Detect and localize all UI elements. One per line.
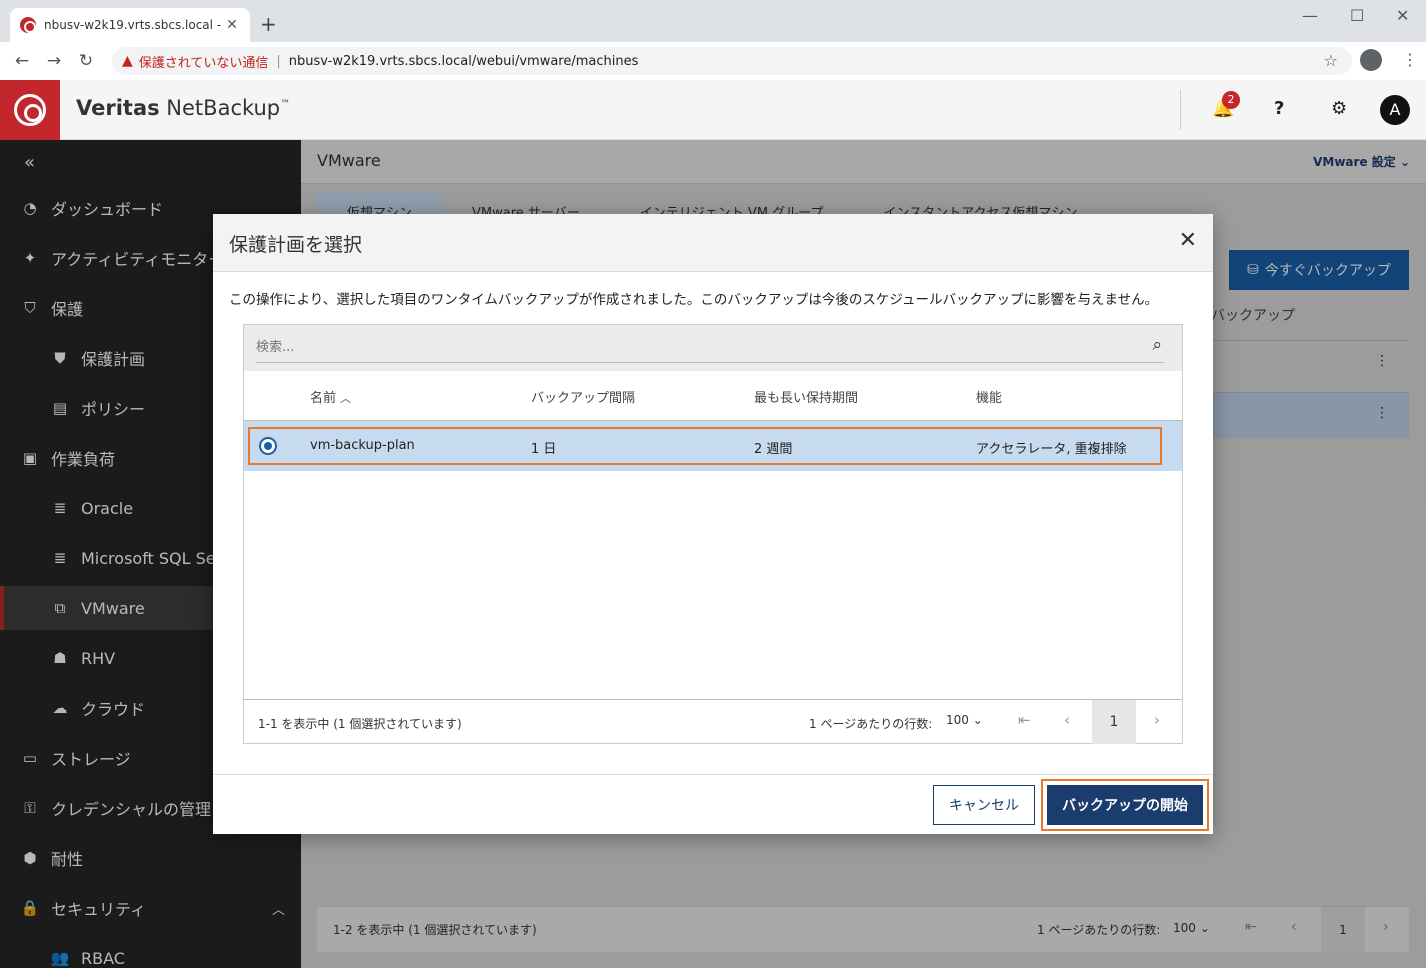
browser-chrome: nbusv-w2k19.vrts.sbcs.local - Net ✕ + — … — [0, 0, 1426, 80]
favicon-icon — [20, 17, 36, 33]
insecure-label: 保護されていない通信 — [138, 55, 269, 71]
cell-retention: 2 週間 — [754, 442, 793, 457]
new-tab-button[interactable]: + — [260, 12, 277, 36]
avatar[interactable]: A — [1380, 95, 1410, 125]
column-header-name[interactable]: 名前 ︿ — [310, 387, 351, 406]
help-icon[interactable]: ? — [1274, 98, 1284, 119]
bookmark-star-icon[interactable]: ☆ — [1324, 51, 1338, 70]
maximize-icon[interactable]: ☐ — [1350, 6, 1364, 25]
rows-per-page-select[interactable]: 100 ⌄ — [946, 713, 983, 727]
reload-icon[interactable]: ↻ — [70, 51, 102, 71]
column-header-features[interactable]: 機能 — [976, 387, 1002, 406]
back-icon[interactable]: ← — [6, 51, 38, 71]
dialog-footer: キャンセル バックアップの開始 — [213, 774, 1213, 834]
veritas-logo-icon[interactable] — [0, 80, 60, 140]
omnibox[interactable]: ▲ 保護されていない通信 | nbusv-w2k19.vrts.sbcs.loc… — [112, 47, 1352, 75]
start-backup-button[interactable]: バックアップの開始 — [1047, 785, 1203, 825]
tab-title: nbusv-w2k19.vrts.sbcs.local - Net — [44, 18, 224, 32]
next-page-icon[interactable]: › — [1154, 711, 1160, 729]
tab-bar: nbusv-w2k19.vrts.sbcs.local - Net ✕ + — … — [0, 0, 1426, 42]
forward-icon[interactable]: → — [38, 51, 70, 71]
browser-menu-icon[interactable]: ⋮ — [1402, 50, 1418, 69]
url-text: nbusv-w2k19.vrts.sbcs.local/webui/vmware… — [288, 53, 639, 69]
omnibox-separator: | — [276, 53, 281, 69]
close-icon[interactable]: ✕ — [1179, 228, 1197, 253]
warning-icon: ▲ — [122, 53, 133, 69]
page-number[interactable]: 1 — [1092, 700, 1136, 744]
search-input[interactable] — [256, 333, 1164, 363]
dialog-title: 保護計画を選択 — [229, 234, 363, 256]
selection-count: 1-1 を表示中 (1 個選択されています) — [258, 717, 462, 731]
cancel-button[interactable]: キャンセル — [933, 785, 1035, 825]
table-header: 名前 ︿ バックアップ間隔 最も長い保持期間 機能 — [244, 371, 1182, 421]
dialog-description: この操作により、選択した項目のワンタイムバックアップが作成されました。このバック… — [229, 292, 1159, 308]
start-button-highlight: バックアップの開始 — [1041, 779, 1209, 831]
header-divider — [1180, 90, 1181, 130]
column-header-retention[interactable]: 最も長い保持期間 — [754, 387, 858, 406]
tab-close-icon[interactable]: ✕ — [224, 17, 240, 33]
app-header: Veritas NetBackup™ 🔔 ? ⚙ — [0, 80, 1426, 140]
cell-name: vm-backup-plan — [310, 438, 415, 453]
cell-interval: 1 日 — [531, 442, 557, 457]
notification-badge: 2 — [1222, 91, 1240, 109]
dialog-table-footer: 1-1 を表示中 (1 個選択されています) 1 ページあたりの行数: 100 … — [244, 699, 1182, 744]
row-radio[interactable] — [259, 437, 277, 455]
dialog-header: 保護計画を選択 ✕ — [213, 214, 1213, 272]
minimize-icon[interactable]: — — [1302, 6, 1318, 25]
address-bar-row: ← → ↻ ▲ 保護されていない通信 | nbusv-w2k19.vrts.sb… — [0, 42, 1426, 80]
select-protection-plan-dialog: 保護計画を選択 ✕ この操作により、選択した項目のワンタイムバックアップが作成さ… — [213, 214, 1213, 834]
first-page-icon[interactable]: ⇤ — [1018, 711, 1031, 729]
rows-per-page-label: 1 ページあたりの行数: — [809, 717, 933, 731]
brand-title: Veritas NetBackup™ — [76, 96, 291, 120]
browser-tab[interactable]: nbusv-w2k19.vrts.sbcs.local - Net ✕ — [10, 8, 250, 42]
window-close-icon[interactable]: ✕ — [1396, 6, 1409, 25]
prev-page-icon[interactable]: ‹ — [1064, 711, 1070, 729]
search-icon[interactable]: ⌕ — [1152, 335, 1162, 355]
cell-features: アクセラレータ, 重複排除 — [976, 442, 1127, 457]
plans-table: ⌕ 名前 ︿ バックアップ間隔 最も長い保持期間 機能 vm-backup-pl… — [243, 324, 1183, 744]
table-row[interactable]: vm-backup-plan 1 日 2 週間 アクセラレータ, 重複排除 — [244, 421, 1182, 471]
gear-icon[interactable]: ⚙ — [1331, 98, 1347, 119]
column-header-interval[interactable]: バックアップ間隔 — [531, 387, 635, 406]
search-bar: ⌕ — [244, 325, 1182, 371]
sort-asc-icon: ︿ — [340, 392, 352, 405]
profile-icon[interactable] — [1360, 49, 1382, 71]
